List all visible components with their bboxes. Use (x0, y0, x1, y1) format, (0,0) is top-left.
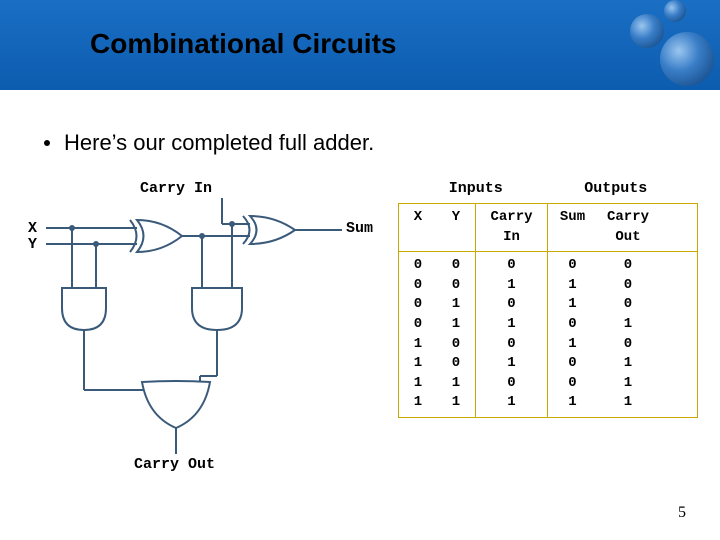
truth-header-row: Inputs Outputs (398, 180, 698, 203)
col-x-head: X (399, 204, 437, 251)
decorative-bubbles (580, 0, 720, 90)
label-y: Y (28, 236, 37, 253)
col-sum-head: Sum (547, 204, 597, 251)
label-carry-in: Carry In (140, 180, 212, 197)
outputs-label: Outputs (584, 180, 647, 197)
xor-gate-icon (243, 216, 295, 244)
col-cout-head: Carry Out (597, 204, 659, 251)
col-y-head: Y (437, 204, 475, 251)
circuit-svg (22, 180, 392, 480)
slide-title: Combinational Circuits (90, 28, 396, 60)
circuit-diagram: Carry In X Y Sum Carry Out (22, 180, 392, 480)
content-area: Carry In X Y Sum Carry Out (22, 180, 698, 480)
truth-table-block: Inputs Outputs X Y Carry In Sum Carry Ou… (398, 180, 698, 480)
inputs-label: Inputs (449, 180, 503, 197)
label-x: X (28, 220, 37, 237)
page-number: 5 (678, 504, 686, 522)
truth-table: X Y Carry In Sum Carry Out 00001111 0011… (398, 203, 698, 418)
bullet-dot-icon (44, 140, 50, 146)
xor-gate-icon (130, 220, 182, 252)
or-gate-icon (142, 381, 210, 428)
label-carry-out: Carry Out (134, 456, 215, 473)
col-cin-head: Carry In (475, 204, 547, 251)
label-sum: Sum (346, 220, 373, 237)
bullet-text: Here’s our completed full adder. (64, 130, 374, 156)
and-gate-icon (62, 288, 106, 330)
slide-header: Combinational Circuits (0, 0, 720, 90)
bullet-line: Here’s our completed full adder. (44, 130, 374, 156)
and-gate-icon (192, 288, 242, 330)
